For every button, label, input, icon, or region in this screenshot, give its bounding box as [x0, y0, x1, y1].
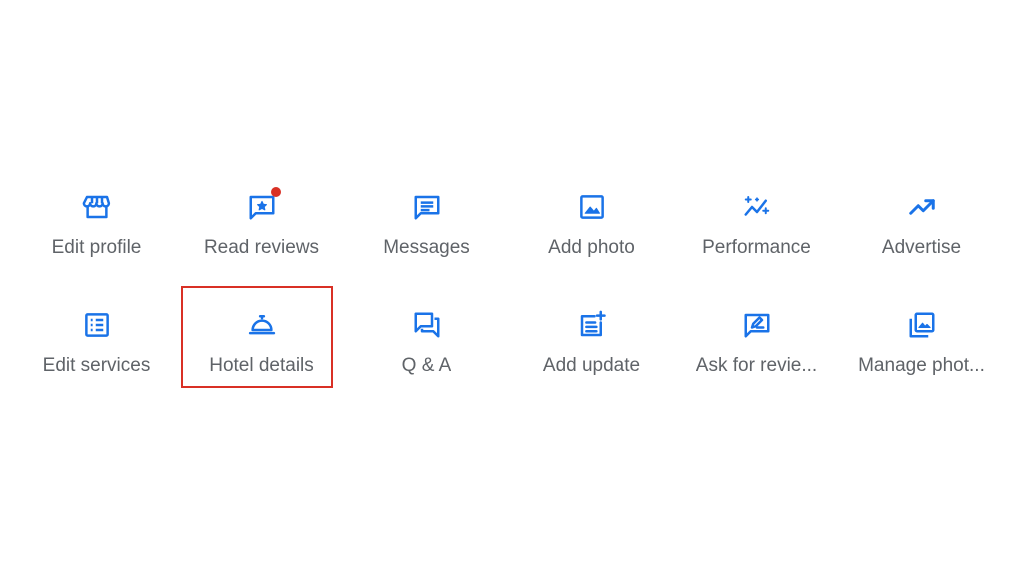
- ask-for-reviews-button[interactable]: Ask for revie...: [675, 296, 838, 414]
- notification-badge: [270, 187, 281, 197]
- list-icon: [80, 308, 114, 342]
- tile-label: Advertise: [881, 237, 962, 258]
- tile-label: Manage phot...: [858, 355, 985, 376]
- tile-label: Q & A: [401, 355, 452, 376]
- tile-label: Read reviews: [203, 237, 320, 258]
- q-and-a-button[interactable]: Q & A: [345, 296, 508, 414]
- tile-label: Edit profile: [51, 237, 142, 258]
- edit-services-button[interactable]: Edit services: [15, 296, 178, 414]
- room-service-bell-icon: [245, 308, 279, 342]
- forum-icon: [410, 308, 444, 342]
- hotel-details-button[interactable]: Hotel details: [180, 286, 343, 414]
- tile-label: Add photo: [548, 237, 635, 258]
- tile-label: Messages: [383, 237, 470, 258]
- manage-photos-button[interactable]: Manage phot...: [840, 296, 1003, 414]
- image-icon: [575, 190, 609, 224]
- photo-library-icon: [905, 308, 939, 342]
- add-update-button[interactable]: Add update: [510, 296, 673, 414]
- tile-label: Add update: [542, 355, 641, 376]
- tile-label: Ask for revie...: [695, 355, 818, 376]
- storefront-icon: [80, 190, 114, 224]
- message-icon: [410, 190, 444, 224]
- edit-profile-button[interactable]: Edit profile: [15, 178, 178, 296]
- read-reviews-button[interactable]: Read reviews: [180, 178, 343, 296]
- post-add-icon: [575, 308, 609, 342]
- review-star-icon: [245, 187, 281, 224]
- business-actions-grid: Edit profile Read reviews Messages Add p…: [15, 178, 1005, 414]
- tile-label: Performance: [702, 237, 811, 258]
- trending-up-icon: [905, 190, 939, 224]
- rate-review-icon: [740, 308, 774, 342]
- add-photo-button[interactable]: Add photo: [510, 178, 673, 296]
- performance-button[interactable]: Performance: [675, 178, 838, 296]
- messages-button[interactable]: Messages: [345, 178, 508, 296]
- performance-sparkle-icon: [740, 190, 774, 224]
- advertise-button[interactable]: Advertise: [840, 178, 1003, 296]
- tile-label: Edit services: [42, 355, 151, 376]
- tile-label: Hotel details: [209, 355, 314, 376]
